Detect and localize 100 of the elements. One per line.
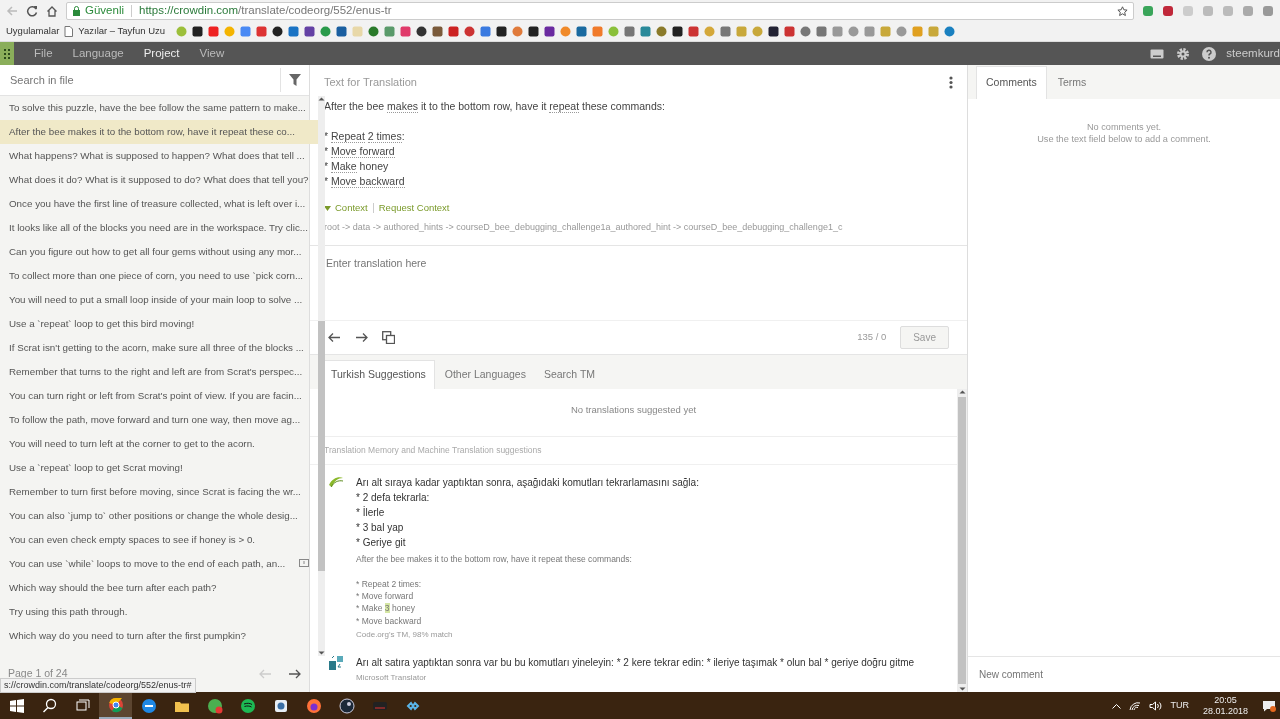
extension-icon[interactable] bbox=[1262, 5, 1274, 17]
suggestion-text[interactable]: Arı alt sıraya kadar yaptıktan sonra, aşağıdaki komutları tekrarlamasını sağla: * 2 defa tekrarla: * İlerle * 3 bal yap * Geriye git bbox=[356, 474, 699, 550]
scrollbar[interactable] bbox=[957, 388, 967, 692]
bookmark-icon[interactable] bbox=[272, 26, 284, 37]
string-row[interactable]: Can you figure out how to get all four gems without using any mor... bbox=[0, 240, 318, 264]
string-row[interactable]: You can also `jump to` other positions or change the whole desig... bbox=[0, 504, 318, 528]
bookmark-icon[interactable] bbox=[672, 26, 684, 37]
string-row[interactable]: Which way do you need to turn after the first pumpkin? bbox=[0, 624, 318, 648]
string-row[interactable]: Which way should the bee turn after each path? bbox=[0, 576, 318, 600]
search-bar[interactable]: Search in file bbox=[0, 65, 309, 96]
menu-item[interactable]: Project bbox=[143, 44, 196, 63]
suggestion-source: Microsoft Translator bbox=[356, 672, 428, 685]
menu-item[interactable]: File bbox=[34, 44, 69, 63]
comments-tab[interactable]: Terms bbox=[1048, 67, 1096, 99]
music-icon[interactable] bbox=[239, 697, 256, 714]
browser-icon[interactable] bbox=[107, 696, 124, 713]
fox-icon[interactable] bbox=[305, 697, 322, 714]
bookmark-icon[interactable] bbox=[528, 26, 540, 37]
bookmark-icon[interactable] bbox=[304, 26, 316, 37]
back-icon[interactable] bbox=[328, 331, 341, 343]
string-row[interactable]: Once you have the first line of treasure collected, what is left over i... bbox=[0, 192, 318, 216]
notification-icon[interactable] bbox=[1262, 699, 1276, 712]
menu-item[interactable]: Language bbox=[72, 44, 140, 63]
string-row[interactable]: Remember that turns to the right and left are from Scrat's perspec... bbox=[0, 360, 318, 384]
settings-icon[interactable] bbox=[1176, 46, 1191, 61]
string-row[interactable]: Remember to turn first before moving, since Scrat is facing the wr... bbox=[0, 480, 318, 504]
start-icon[interactable] bbox=[8, 697, 25, 714]
string-row[interactable]: To solve this puzzle, have the bee follow the same pattern to make... bbox=[0, 96, 318, 120]
suggestion-tab[interactable]: Search TM bbox=[535, 361, 604, 389]
context-path: root -> data -> authored_hints -> courseD_bee_debugging_challenge1a_authored_hint -> courseD_bee_debugging_challenge1_c bbox=[324, 221, 844, 235]
volume-icon[interactable] bbox=[1149, 700, 1163, 711]
search-field[interactable]: Search in file bbox=[8, 70, 280, 90]
string-row[interactable]: It looks like all of the blocks you need are in the workspace. Try clic... bbox=[0, 216, 318, 240]
extension-icon[interactable] bbox=[1162, 5, 1174, 17]
suggestion-text[interactable]: Arı alt satıra yaptıktan sonra var bu bu komutları yineleyin: * 2 kere tekrar edin: * ileriye taşımak * olun bal * geriye doğru gitme bbox=[356, 655, 915, 671]
edge-icon[interactable] bbox=[140, 697, 157, 714]
bookmark-link[interactable]: Uygulamalar bbox=[6, 24, 60, 39]
character-counter: 135 / 0 bbox=[857, 330, 887, 345]
steam-icon[interactable] bbox=[338, 697, 355, 714]
separator bbox=[372, 203, 374, 214]
forward-icon[interactable] bbox=[355, 331, 368, 343]
clock-time: 20:05 bbox=[1213, 694, 1238, 706]
network-icon[interactable] bbox=[1129, 700, 1142, 711]
grid-icon bbox=[4, 48, 10, 59]
chat-icon[interactable] bbox=[206, 697, 223, 714]
page-icon bbox=[64, 26, 74, 37]
apps-menu-button[interactable] bbox=[0, 42, 14, 65]
scrollbar-thumb[interactable] bbox=[958, 396, 966, 684]
language-indicator[interactable]: TUR bbox=[1170, 698, 1189, 713]
scroll-up-icon[interactable] bbox=[317, 96, 325, 101]
task-view-icon[interactable] bbox=[74, 697, 91, 714]
next-page-icon[interactable] bbox=[288, 669, 301, 679]
address-bar[interactable]: Güvenli https://crowdin.com/translate/codeorg/552/enus-tr bbox=[66, 2, 1134, 20]
string-row[interactable]: Try using this path through. bbox=[0, 600, 318, 624]
menu-item[interactable]: View bbox=[199, 44, 241, 63]
secure-label: Güvenli bbox=[85, 3, 124, 19]
comments-tab[interactable]: Comments bbox=[976, 66, 1047, 99]
bookmark-icon[interactable] bbox=[544, 26, 556, 37]
search-icon[interactable] bbox=[41, 697, 58, 714]
url-text: https://crowdin.com/translate/codeorg/552/enus-tr bbox=[139, 3, 392, 19]
chevron-up-icon[interactable] bbox=[1112, 702, 1122, 709]
string-row[interactable]: You can even check empty spaces to see if honey is > 0. bbox=[0, 528, 318, 552]
string-row[interactable]: What does it do? What is it supposed to do? What does that tell you? bbox=[0, 168, 318, 192]
bookmark-icon[interactable] bbox=[192, 26, 204, 37]
bookmark-icon[interactable] bbox=[496, 26, 508, 37]
suggestion-source: Code.org's TM, 98% match bbox=[356, 629, 454, 642]
filter-icon[interactable] bbox=[289, 74, 301, 86]
separator bbox=[131, 5, 132, 17]
user-name[interactable]: steemkurd bbox=[1226, 44, 1280, 63]
empty-message: No comments yet. bbox=[1085, 121, 1162, 133]
source-text: After the bee makes it to the bottom row, have it repeat these commands: * Repeat 2 times: * Move forward * Make 3 honey * Move backward bbox=[356, 552, 633, 628]
app-icon[interactable] bbox=[272, 697, 289, 714]
clock-date: 28.01.2018 bbox=[1202, 705, 1248, 717]
home-icon[interactable] bbox=[46, 5, 58, 17]
help-icon[interactable] bbox=[1202, 46, 1217, 61]
scroll-down-icon[interactable] bbox=[317, 651, 325, 656]
string-row[interactable]: What happens? What is supposed to happen? What does that tell ... bbox=[0, 144, 318, 168]
string-row[interactable]: Use a `repeat` loop to get this bird moving! bbox=[0, 312, 318, 336]
string-row[interactable]: If Scrat isn't getting to the acorn, make sure all three of the blocks ... bbox=[0, 336, 318, 360]
string-row[interactable]: You can use `while` loops to move to the end of each path, an... bbox=[0, 552, 318, 576]
bookmark-icon[interactable] bbox=[768, 26, 780, 37]
reload-icon[interactable] bbox=[26, 5, 38, 17]
bookmark-icon[interactable] bbox=[416, 26, 428, 37]
scrollbar-thumb[interactable] bbox=[317, 321, 325, 571]
empty-message: Use the text field below to add a comment. bbox=[1036, 133, 1212, 145]
string-row[interactable]: To collect more than one piece of corn, you need to use `pick corn... bbox=[0, 264, 318, 288]
star-icon[interactable] bbox=[1117, 5, 1128, 17]
string-row[interactable]: After the bee makes it to the bottom row, have it repeat these co... bbox=[0, 120, 318, 144]
string-row[interactable]: You will need to put a small loop inside of your main loop to solve ... bbox=[0, 288, 318, 312]
bookmark-link[interactable]: Yazılar – Tayfun Uzu bbox=[78, 24, 166, 39]
suggestion-tab[interactable]: Turkish Suggestions bbox=[322, 360, 435, 389]
copy-icon[interactable] bbox=[382, 330, 395, 344]
caret-icon bbox=[324, 206, 331, 211]
keyboard-icon[interactable] bbox=[1150, 48, 1165, 59]
empty-message: No translations suggested yet bbox=[310, 388, 957, 437]
extension-icon[interactable] bbox=[1142, 5, 1154, 17]
more-options-icon[interactable] bbox=[949, 75, 953, 89]
suggestion-tab[interactable]: Other Languages bbox=[436, 361, 534, 389]
panel-title: Text for Translation bbox=[324, 74, 417, 90]
status-url: s://crowdin.com/translate/codeorg/552/enus-tr# bbox=[0, 677, 196, 693]
